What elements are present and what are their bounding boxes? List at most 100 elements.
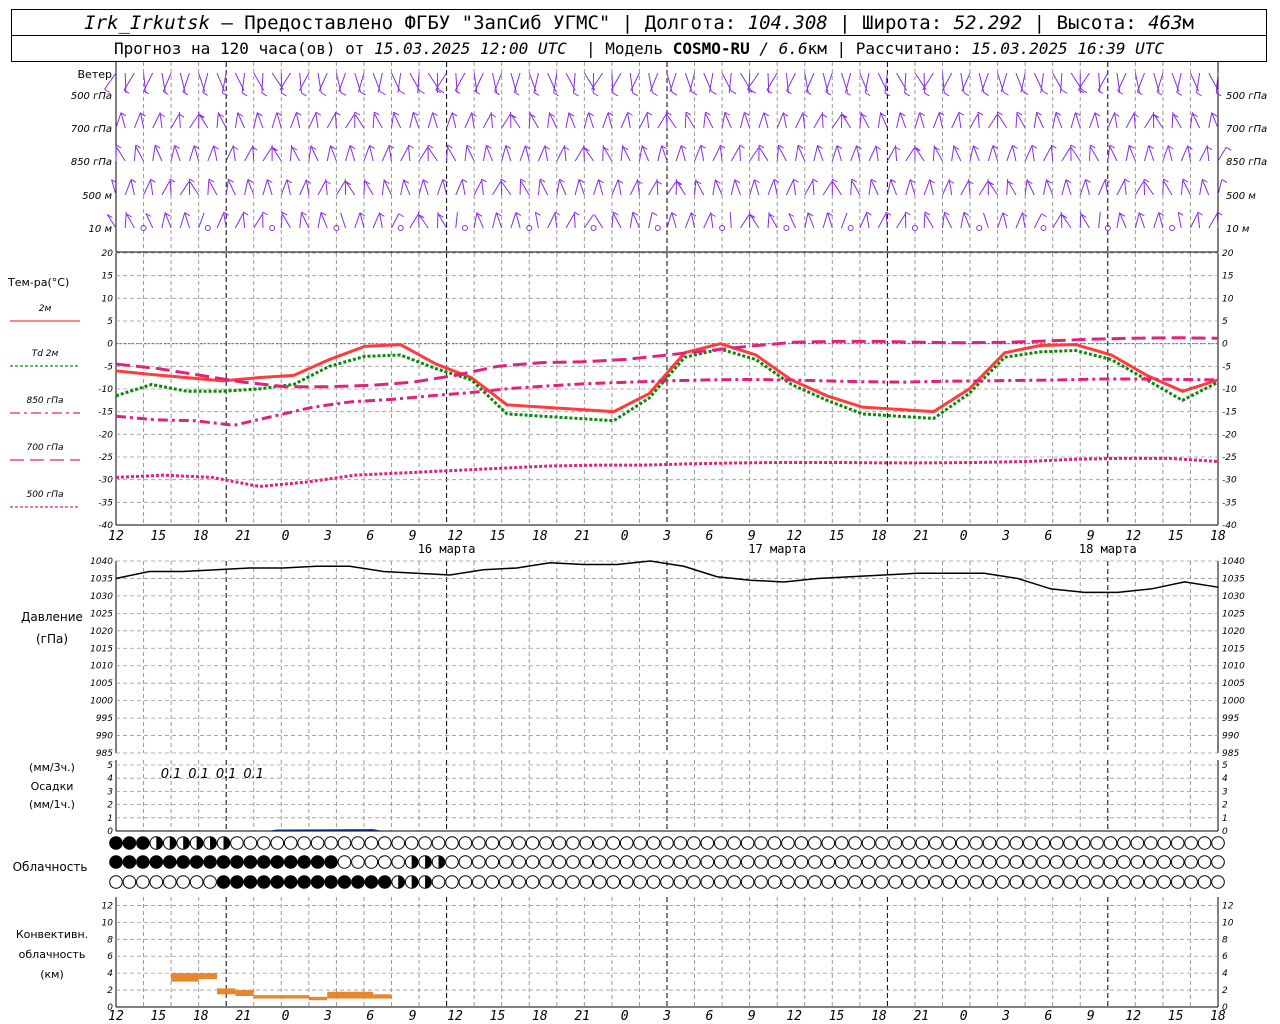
time-tick-label-bottom: 15 [151, 1009, 167, 1024]
cloud-circle [230, 855, 244, 869]
wind-barb [188, 145, 195, 162]
conv-bar [327, 991, 374, 999]
time-tick-label-bottom: 18 [871, 1009, 887, 1024]
cloud-circle [982, 875, 997, 889]
wind-barb [1182, 180, 1191, 196]
temp-tick-left: 15 [102, 272, 114, 282]
wind-barb [583, 112, 589, 129]
cloud-circle [525, 875, 540, 889]
cloud-circle [1023, 875, 1037, 889]
wind-level-label-right: 850 гПа [1226, 157, 1267, 168]
wind-barb [556, 146, 565, 162]
cloud-circle [915, 855, 930, 869]
temp-tick-right: -10 [1222, 385, 1237, 395]
time-tick-label-top: 21 [913, 529, 929, 544]
cloud-circle [1023, 836, 1037, 850]
wind-calm-circle [590, 225, 597, 231]
cloud-circle [808, 855, 822, 869]
wind-barb [666, 114, 677, 129]
cloud-circle [848, 836, 862, 850]
temp-tick-left: 0 [107, 340, 113, 350]
wind-barb [969, 113, 979, 129]
wind-title: Ветер [78, 68, 112, 81]
wind-barb [987, 114, 998, 129]
conv-ylabel-3: (км) [40, 968, 64, 981]
wind-barb [850, 179, 853, 196]
wind-barb [363, 145, 370, 162]
cloud-circle [1184, 875, 1198, 889]
wind-barb [481, 179, 484, 196]
wind-barb-flag [182, 91, 189, 96]
wind-barb [1024, 146, 1033, 162]
cloud-circle [754, 875, 768, 889]
cloud-circle [713, 836, 728, 850]
precip-tick-left: 0 [107, 827, 113, 837]
wind-barb [492, 181, 502, 196]
cloud-circle [794, 836, 809, 850]
wind-barb [179, 212, 186, 229]
cloud-circle [176, 875, 190, 889]
precip-tick-right: 4 [1222, 774, 1228, 784]
time-tick-label-top: 0 [621, 529, 629, 544]
cloud-half-fill [438, 855, 445, 869]
wind-barb [1136, 72, 1146, 92]
day-label: 17 марта [748, 542, 806, 556]
wind-barb [537, 146, 546, 162]
time-tick-label-bottom: 15 [490, 1009, 506, 1024]
cloud-circle [297, 875, 311, 889]
wind-barb [669, 72, 677, 93]
cloud-circle [230, 836, 244, 850]
wind-barb-flag [786, 90, 792, 95]
cloud-half-fill [223, 836, 230, 850]
cloud-circle [1076, 855, 1091, 869]
wind-barb-flag [533, 92, 540, 96]
time-tick-label-top: 6 [705, 529, 713, 544]
cloud-circle [109, 855, 123, 869]
cloud-circle [1090, 875, 1104, 889]
wind-barb [464, 145, 468, 162]
temp-legend-label: 500 гПа [26, 490, 63, 500]
wind-barb-flag [262, 211, 268, 216]
wind-barb [611, 212, 614, 229]
cloud-circle [902, 875, 916, 889]
wind-barb-flag [143, 90, 149, 95]
wind-barb [583, 144, 585, 162]
conv-tick-left: 12 [102, 901, 114, 911]
cloud-circle [875, 875, 889, 889]
wind-barb [152, 145, 156, 162]
cloud-half-fill [156, 836, 163, 850]
cloud-circle [472, 855, 486, 869]
wind-barb [1031, 145, 1035, 162]
cloud-circle [377, 855, 392, 869]
cloud-circle [1103, 855, 1118, 869]
wind-barb [978, 181, 989, 196]
cloud-circle [915, 875, 930, 889]
wind-barb-flag [1041, 213, 1047, 218]
wind-barb [115, 112, 122, 129]
wind-barb [473, 180, 482, 196]
time-tick-label-top: 21 [574, 529, 590, 544]
cloud-circle [512, 855, 526, 869]
wind-barb [116, 147, 126, 162]
wind-barb [1144, 114, 1154, 129]
cloud-circle [996, 836, 1010, 850]
cloud-circle [149, 875, 164, 889]
wind-level-label-right: 700 гПа [1226, 124, 1267, 135]
wind-barb [565, 112, 570, 129]
wind-barb [208, 180, 218, 196]
wind-barb [1104, 179, 1109, 196]
wind-barb [877, 213, 887, 229]
cloud-circle [445, 836, 459, 850]
wind-barb-flag [845, 91, 851, 96]
wind-barb [1060, 211, 1063, 229]
pressure-unit: (гПа) [36, 632, 68, 646]
pressure-tick-left: 1025 [90, 609, 113, 619]
time-tick-label-bottom: 18 [193, 1009, 209, 1024]
wind-barb [170, 113, 180, 129]
conv-bar [198, 973, 218, 980]
cloud-circle [821, 836, 836, 850]
wind-barb [1134, 72, 1140, 93]
cloud-half-fill [411, 855, 418, 869]
cloud-circle [942, 836, 957, 850]
wind-barb [409, 214, 419, 229]
